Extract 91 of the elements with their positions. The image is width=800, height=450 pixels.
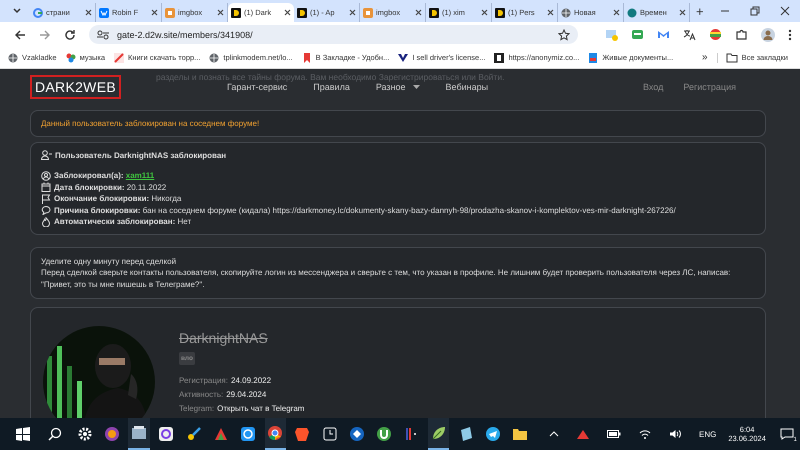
ban-title-text: Пользователь DarknightNAS заблокирован <box>55 150 226 160</box>
taskbar-app[interactable] <box>128 418 150 450</box>
tile-icon <box>494 52 504 62</box>
site-logo[interactable]: DARK2WEB <box>30 75 121 99</box>
mail-icon[interactable] <box>657 28 670 41</box>
puzzle-icon[interactable] <box>735 28 748 41</box>
avatar-icon[interactable] <box>761 28 775 42</box>
dropdown-icon[interactable] <box>12 7 22 15</box>
notification-icon <box>780 428 794 440</box>
reload-icon[interactable] <box>64 28 76 40</box>
calendar-icon <box>41 182 51 192</box>
pen-icon <box>114 52 124 62</box>
back-icon[interactable] <box>14 28 26 40</box>
nav-link[interactable]: Правила <box>313 82 350 92</box>
volume-icon[interactable] <box>668 429 681 439</box>
stat-label: Регистрация: <box>179 376 228 385</box>
close-icon[interactable] <box>613 9 620 16</box>
stat-label: Активность: <box>179 390 224 399</box>
close-icon[interactable] <box>780 6 790 16</box>
nav-link[interactable]: Вебинары <box>446 82 488 92</box>
flag-icon <box>41 194 51 204</box>
close-icon[interactable] <box>547 9 554 16</box>
nav-link[interactable]: Гарант-сервис <box>226 82 288 92</box>
close-icon[interactable] <box>217 9 224 16</box>
battery-icon[interactable] <box>606 430 621 438</box>
url-text: gate-2.d2w.site/members/341908/ <box>117 30 253 40</box>
key-icon <box>186 426 202 442</box>
windows-icon[interactable] <box>16 427 30 441</box>
username: DarknightNAS <box>179 330 268 346</box>
nav-link[interactable]: Разное <box>376 82 420 92</box>
site-settings-icon[interactable] <box>97 30 109 40</box>
comment-icon <box>41 205 51 216</box>
stat-label: Telegram: <box>179 404 214 413</box>
orb-icon <box>104 426 120 442</box>
circle-icon <box>627 8 637 18</box>
search-icon[interactable] <box>48 427 62 441</box>
image-icon <box>165 8 175 18</box>
palette-icon[interactable] <box>709 28 722 41</box>
stat-value: 29.04.2024 <box>226 390 266 399</box>
stat-value: 24.09.2022 <box>231 376 272 385</box>
new-tab-button[interactable]: + <box>696 4 704 18</box>
tray-app-icon[interactable] <box>576 429 589 439</box>
globe-icon <box>8 52 18 62</box>
bookmark-icon <box>302 52 312 62</box>
wifi-icon[interactable] <box>638 429 651 439</box>
fire-icon <box>41 216 51 227</box>
image-icon <box>363 8 373 18</box>
close-icon[interactable] <box>481 9 488 16</box>
gear-icon <box>76 426 93 442</box>
address-bar[interactable]: gate-2.d2w.site/members/341908/ <box>89 25 578 44</box>
chevron-up-icon[interactable] <box>548 431 559 437</box>
restore-icon[interactable] <box>750 6 760 16</box>
star-icon[interactable] <box>558 28 570 40</box>
warning-title: Уделите одну минуту перед сделкой <box>41 256 178 267</box>
close-icon[interactable] <box>349 9 356 16</box>
warning-text: Перед сделкой сверьте контакты пользователя, скопируйте логин из мессенджера и сверьте с тем, что указан в профиле. Не лишним будет проверить пользователя через ЛС, написав: "Привет, это ты мне пишешь в Телеграме?". <box>41 267 732 290</box>
stat-value: Открыть чат в Telegram <box>217 404 304 413</box>
close-icon[interactable] <box>85 9 92 16</box>
leaf-icon <box>430 425 447 441</box>
flower-icon <box>66 52 76 62</box>
ban-detail: Автоматически заблокирован: Нет <box>54 216 192 228</box>
v-icon <box>398 52 408 62</box>
ban-detail: Причина блокировки: бан на соседнем форуме (кидала) https://darkmoney.lc/dokumenty-skany-bazy-dannyh-98/prodazha-skanov-i-komplektov-ves-mir-darknight-267226/ <box>54 204 676 216</box>
close-icon[interactable] <box>151 9 158 16</box>
taskbar-app[interactable] <box>428 418 450 450</box>
taskbar-app[interactable] <box>264 418 286 450</box>
folder-icon <box>726 52 738 62</box>
language-indicator[interactable]: ENG <box>698 430 716 438</box>
torrent-icon <box>376 426 392 442</box>
alert-text: Данный пользователь заблокирован на соседнем форуме! <box>41 119 260 128</box>
more-bookmarks-button[interactable]: » <box>702 52 708 63</box>
globe-icon <box>209 52 220 62</box>
ban-detail: Заблокировал(а): xam111 <box>54 170 154 182</box>
account-link[interactable]: Вход <box>643 82 664 92</box>
account-link[interactable]: Регистрация <box>683 82 736 92</box>
user-ban-icon <box>41 150 52 160</box>
user-link[interactable]: xam111 <box>126 171 154 180</box>
caret-icon <box>412 85 420 89</box>
user-circle-icon <box>41 170 51 181</box>
translate-icon[interactable] <box>683 28 696 41</box>
clock-icon <box>322 426 338 442</box>
close-icon[interactable] <box>284 9 291 16</box>
ban-detail: Окончание блокировки: Никогда <box>54 193 182 204</box>
menu-icon[interactable] <box>788 28 792 40</box>
folder-icon <box>512 426 528 442</box>
sync-icon <box>240 426 256 442</box>
globe-icon <box>561 8 571 18</box>
ban-detail: Дата блокировки: 20.11.2022 <box>54 182 166 193</box>
forward-icon[interactable] <box>39 28 51 40</box>
close-icon[interactable] <box>679 9 686 16</box>
close-icon[interactable] <box>415 9 422 16</box>
